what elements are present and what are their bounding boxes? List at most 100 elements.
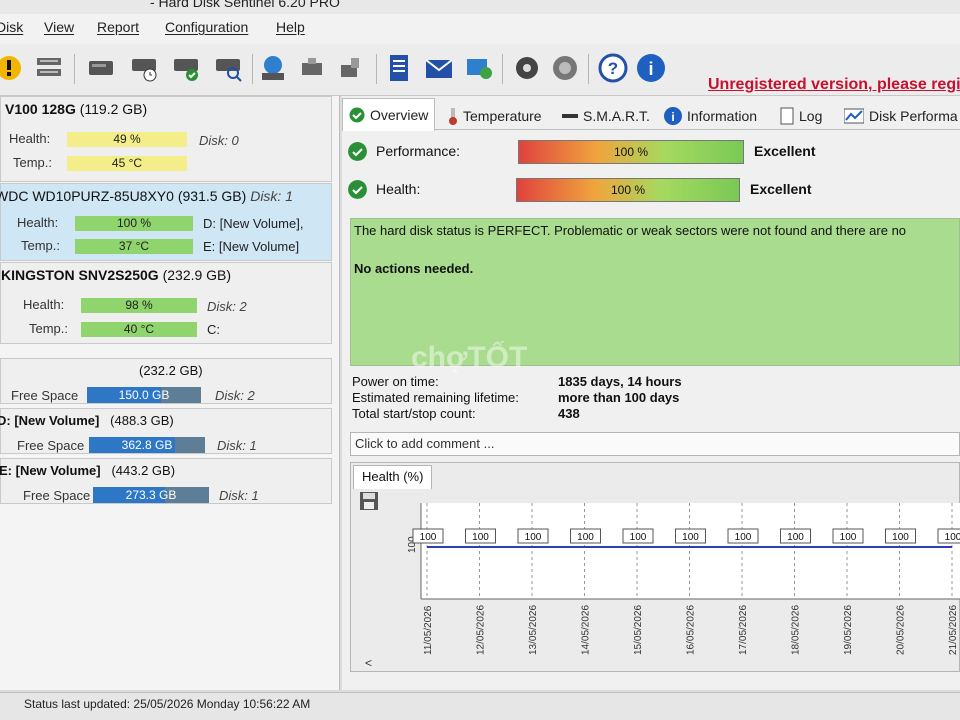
x-tick-label: 17/05/2026 [738, 605, 749, 655]
free-space-label: Free Space [17, 438, 85, 453]
menu-view[interactable]: View [44, 19, 74, 35]
menu-report[interactable]: Report [97, 19, 139, 35]
free-space-value: 150.0 GB [118, 388, 170, 402]
disk-title: KINGSTON SNV2S250G (232.9 GB) [1, 267, 231, 283]
disk-surface-button[interactable] [86, 52, 116, 84]
disk-index: Disk: 1 [250, 188, 293, 204]
health-chart: 100 11/05/2026 12/05/2026 13/05/2026 14/05/2… [407, 503, 960, 655]
svg-text:?: ? [608, 59, 618, 78]
disk-title: WDC WD10PURZ-85U8XY0 (931.5 GB) Disk: 1 [0, 188, 293, 204]
check-circle-icon [349, 107, 365, 123]
tools-button[interactable] [298, 52, 328, 84]
details-panel: Overview Temperature S.M.A.R.T. i Inform… [342, 96, 960, 690]
health-bar: 100 % [516, 178, 740, 202]
disk-index: Disk: 1 [219, 488, 259, 503]
status-text: The hard disk status is PERFECT. Problem… [354, 223, 907, 238]
disk-search-icon [216, 59, 242, 82]
tab-temperature[interactable]: Temperature [448, 102, 542, 130]
send-report-button[interactable] [464, 52, 494, 84]
free-space-gauge: 273.3 GB [93, 487, 209, 503]
network-disk-button[interactable] [258, 52, 288, 84]
report-button[interactable] [384, 52, 414, 84]
x-tick-label: 15/05/2026 [633, 605, 644, 655]
free-space-value: 362.8 GB [121, 438, 173, 452]
title-bar: - Hard Disk Sentinel 6.20 PRO [0, 0, 960, 14]
performance-bar: 100 % [518, 140, 744, 164]
disk-tools-button[interactable] [336, 52, 366, 84]
comment-field[interactable]: Click to add comment ... [350, 432, 960, 456]
disk-tools-icon [341, 58, 359, 77]
menu-help[interactable]: Help [276, 19, 305, 35]
disk-index: Disk: 2 [215, 388, 255, 403]
toolbar-separator [252, 54, 253, 84]
disk-list-panel: V100 128G (119.2 GB) Health: 49 % Disk: … [0, 96, 340, 690]
chart-tab-health[interactable]: Health (%) [353, 465, 433, 489]
data-label: 100 [420, 532, 437, 543]
disk-title: V100 128G (119.2 GB) [5, 101, 147, 117]
temp-label: Temp.: [21, 238, 61, 253]
data-label: 100 [577, 532, 594, 543]
toolbar-separator [74, 54, 75, 84]
volume-name: D: [New Volume] [0, 413, 100, 428]
volume-size: (232.2 GB) [139, 363, 203, 378]
envelope-icon [425, 59, 453, 78]
volume-entry[interactable]: E: [New Volume] (443.2 GB) Free Space 27… [0, 458, 332, 504]
data-label: 100 [892, 532, 909, 543]
tab-label: Temperature [463, 108, 542, 124]
disk-name: V100 128G [5, 101, 76, 117]
tab-label: Overview [370, 107, 429, 123]
tab-information[interactable]: i Information [664, 102, 757, 130]
health-label: Health: [17, 215, 59, 230]
health-gauge: 100 % [75, 216, 193, 231]
x-tick-label: 20/05/2026 [896, 605, 907, 655]
menu-configuration[interactable]: Configuration [165, 19, 248, 35]
data-label: 100 [472, 532, 489, 543]
performance-label: Performance: [376, 143, 461, 159]
volume-entry[interactable]: (232.2 GB) Free Space 150.0 GB Disk: 2 [0, 358, 332, 404]
free-space-label: Free Space [23, 488, 91, 503]
volume-entry[interactable]: D: [New Volume] (488.3 GB) Free Space 36… [0, 408, 332, 454]
disk-entry[interactable]: KINGSTON SNV2S250G (232.9 GB) Health: 98… [0, 262, 332, 344]
toolbar-separator [502, 54, 503, 84]
refresh-alert-button[interactable] [0, 52, 24, 84]
power-on-label: Power on time: [352, 374, 439, 389]
x-tick-label: 13/05/2026 [528, 605, 539, 655]
menu-disk[interactable]: Disk [0, 19, 23, 35]
health-gauge: 98 % [81, 298, 197, 313]
tab-label: Disk Performa [869, 108, 958, 124]
tab-label: Log [799, 108, 823, 124]
monitor-globe-icon [467, 59, 492, 79]
tab-log[interactable]: Log [780, 102, 822, 130]
volume-list: C: [207, 322, 220, 337]
speaker-icon [553, 56, 577, 80]
email-button[interactable] [424, 52, 454, 84]
disk-entry-selected[interactable]: WDC WD10PURZ-85U8XY0 (931.5 GB) Disk: 1 … [0, 183, 332, 261]
data-label: 100 [735, 532, 752, 543]
tab-disk-performance[interactable]: Disk Performa [844, 102, 958, 130]
about-button[interactable]: i [636, 52, 666, 84]
free-space-label: Free Space [11, 388, 79, 403]
status-updated-text: Status last updated: 25/05/2026 Monday 1… [24, 697, 311, 711]
x-tick-label: 11/05/2026 [423, 605, 434, 655]
sound-button[interactable] [550, 52, 580, 84]
scroll-left-arrow[interactable]: < [365, 656, 372, 670]
health-chart-panel: Health (%) 100 11/05/2026 12/05/2026 13/05/… [350, 462, 960, 672]
settings-button[interactable] [512, 52, 542, 84]
tab-smart[interactable]: S.M.A.R.T. [562, 102, 650, 130]
help-button[interactable]: ? [598, 52, 628, 84]
gear-icon [516, 57, 538, 79]
temp-gauge: 37 °C [75, 239, 193, 254]
unregistered-link[interactable]: Unregistered version, please regi [708, 76, 960, 94]
free-space-gauge: 362.8 GB [89, 437, 205, 453]
info-icon: i [664, 107, 682, 125]
check-circle-icon [348, 180, 367, 199]
disk-schedule-button[interactable] [130, 52, 160, 84]
data-label: 100 [840, 532, 857, 543]
disk-list-button[interactable] [34, 52, 64, 84]
disk-search-button[interactable] [214, 52, 244, 84]
disk-check-button[interactable] [172, 52, 202, 84]
tab-overview[interactable]: Overview [342, 98, 436, 131]
temp-gauge: 45 °C [67, 156, 187, 171]
disk-entry[interactable]: V100 128G (119.2 GB) Health: 49 % Disk: … [0, 96, 332, 182]
check-circle-icon [348, 142, 367, 161]
